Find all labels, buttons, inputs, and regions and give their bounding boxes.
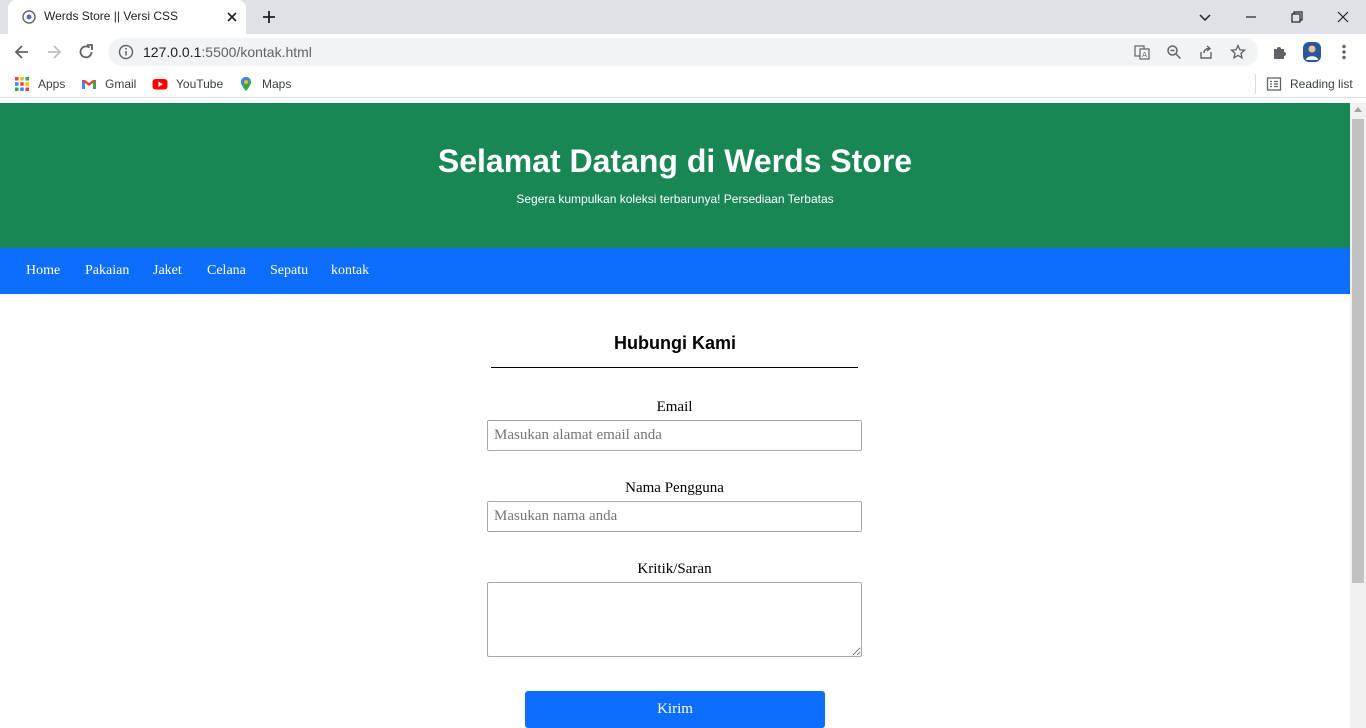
translate-icon[interactable]: A bbox=[1134, 44, 1150, 65]
reload-icon[interactable] bbox=[76, 42, 96, 62]
page-favicon-icon bbox=[22, 10, 36, 24]
scrollbar-thumb[interactable] bbox=[1352, 119, 1364, 583]
reading-list-icon bbox=[1266, 77, 1282, 91]
bookmarks-separator bbox=[1255, 74, 1256, 94]
nav-celana[interactable]: Celana bbox=[207, 263, 246, 279]
close-window-icon[interactable] bbox=[1333, 7, 1353, 27]
apps-grid-icon bbox=[15, 77, 29, 91]
share-icon[interactable] bbox=[1198, 44, 1214, 65]
tab-search-chevron-icon[interactable] bbox=[1195, 7, 1215, 27]
title-divider bbox=[491, 367, 858, 368]
hero-subtitle: Segera kumpulkan koleksi terbarunya! Per… bbox=[516, 192, 834, 206]
close-tab-icon[interactable] bbox=[224, 9, 240, 25]
svg-text:A: A bbox=[1142, 51, 1147, 59]
browser-toolbar: 127.0.0.1:5500/kontak.html A bbox=[0, 34, 1366, 70]
gmail-icon bbox=[82, 80, 96, 89]
bookmark-gmail[interactable]: Gmail bbox=[81, 76, 136, 92]
main-nav: Home Pakaian Jaket Celana Sepatu kontak bbox=[0, 248, 1350, 294]
bookmarks-bar: Apps Gmail YouTube Maps Reading list bbox=[0, 70, 1366, 98]
extensions-puzzle-icon[interactable] bbox=[1270, 42, 1290, 62]
maps-icon bbox=[241, 77, 251, 91]
restore-icon[interactable] bbox=[1287, 7, 1307, 27]
feedback-label: Kritik/Saran bbox=[637, 561, 712, 577]
back-arrow-icon[interactable] bbox=[12, 42, 32, 62]
bookmark-label: Gmail bbox=[105, 77, 137, 91]
nav-kontak[interactable]: kontak bbox=[331, 263, 369, 279]
bookmark-youtube[interactable]: YouTube bbox=[152, 76, 223, 92]
nav-pakaian[interactable]: Pakaian bbox=[85, 263, 129, 279]
tab-title: Werds Store || Versi CSS bbox=[44, 9, 179, 23]
nav-sepatu[interactable]: Sepatu bbox=[270, 263, 308, 279]
hero-banner: Selamat Datang di Werds Store Segera kum… bbox=[0, 103, 1350, 248]
forward-arrow-icon[interactable] bbox=[44, 42, 64, 62]
page-viewport: Selamat Datang di Werds Store Segera kum… bbox=[0, 103, 1350, 728]
youtube-icon bbox=[152, 79, 168, 90]
zoom-icon[interactable] bbox=[1166, 44, 1182, 65]
bookmark-star-icon[interactable] bbox=[1229, 43, 1247, 65]
url-text: 127.0.0.1:5500/kontak.html bbox=[143, 44, 312, 60]
bookmark-label: Apps bbox=[38, 77, 66, 91]
username-label: Nama Pengguna bbox=[625, 480, 724, 496]
email-label: Email bbox=[656, 399, 693, 415]
tab-strip: Werds Store || Versi CSS bbox=[0, 0, 1366, 34]
bookmark-label: Maps bbox=[262, 77, 292, 91]
username-field[interactable] bbox=[487, 501, 862, 532]
new-tab-icon[interactable] bbox=[260, 8, 278, 26]
page-title: Selamat Datang di Werds Store bbox=[437, 143, 913, 179]
more-menu-icon[interactable] bbox=[1334, 42, 1354, 62]
bookmark-label: YouTube bbox=[176, 77, 224, 91]
profile-avatar-icon[interactable] bbox=[1302, 41, 1322, 62]
bookmark-apps[interactable]: Apps bbox=[14, 76, 65, 92]
submit-button[interactable]: Kirim bbox=[525, 691, 825, 728]
nav-jaket[interactable]: Jaket bbox=[153, 263, 182, 279]
reading-list-label: Reading list bbox=[1290, 77, 1353, 91]
reading-list-button[interactable]: Reading list bbox=[1266, 76, 1353, 92]
minimize-icon[interactable] bbox=[1241, 7, 1261, 27]
bookmark-maps[interactable]: Maps bbox=[238, 76, 291, 92]
site-info-icon[interactable] bbox=[118, 44, 134, 65]
page-scrollbar[interactable] bbox=[1350, 103, 1366, 728]
scroll-up-arrow-icon[interactable] bbox=[1354, 107, 1362, 112]
address-bar[interactable]: 127.0.0.1:5500/kontak.html A bbox=[108, 38, 1258, 66]
nav-home[interactable]: Home bbox=[26, 263, 60, 279]
email-field[interactable] bbox=[487, 420, 862, 451]
browser-tab-active[interactable]: Werds Store || Versi CSS bbox=[8, 0, 246, 34]
feedback-textarea[interactable] bbox=[487, 582, 862, 657]
contact-form-title: Hubungi Kami bbox=[614, 333, 736, 353]
